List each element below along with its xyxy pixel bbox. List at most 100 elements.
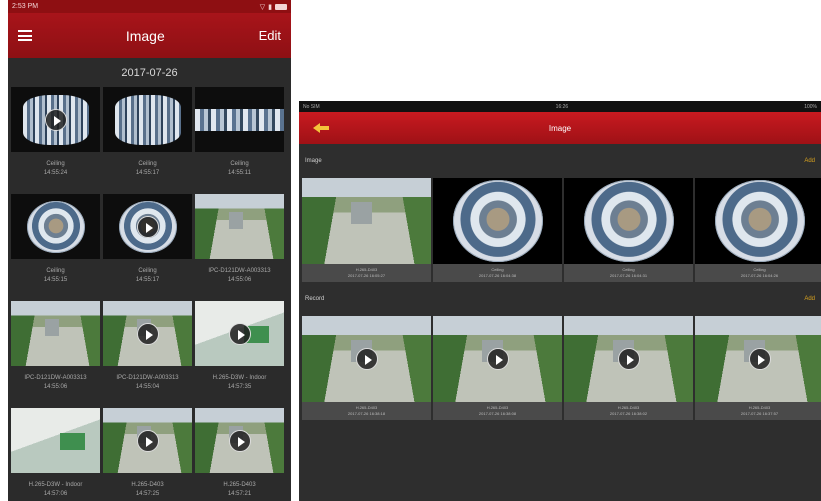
capture-time: 2017-07-26 16:04:38 — [478, 273, 517, 278]
status-carrier: No SIM — [303, 103, 320, 110]
status-icons: ▽ ▮ — [260, 3, 287, 11]
record-item[interactable]: H.265-D403 2017-07-26 16:38:08 — [433, 316, 562, 420]
fisheye-image — [452, 180, 543, 262]
thumbnail-caption: H.265-D403 2017-07-26 16:05:27 — [302, 264, 431, 282]
thumbnail-caption: Ceiling 14:55:11 — [195, 152, 284, 186]
record-section-label: Record — [305, 296, 325, 302]
play-icon[interactable] — [44, 108, 67, 131]
thumbnail[interactable] — [195, 87, 284, 152]
street-image — [195, 194, 284, 259]
thumbnail-caption: H.265-D403 14:57:25 — [103, 473, 192, 501]
record-item[interactable]: H.265-D403 2017-07-26 16:37:57 — [695, 316, 821, 420]
capture-time: 14:55:24 — [43, 170, 68, 176]
thumbnail[interactable] — [11, 87, 100, 152]
thumbnail[interactable] — [695, 178, 821, 264]
back-arrow-icon[interactable] — [313, 123, 329, 133]
thumbnail-caption: Ceiling 14:55:24 — [11, 152, 100, 186]
thumbnail-item[interactable]: Ceiling 14:55:17 — [103, 194, 192, 293]
thumbnail-caption: H.265-D403 2017-07-26 16:37:57 — [695, 402, 821, 420]
play-icon[interactable] — [355, 348, 378, 370]
play-icon[interactable] — [136, 322, 159, 345]
capture-time: 14:55:15 — [43, 277, 68, 283]
capture-time: 14:55:04 — [135, 384, 160, 390]
thumbnail-item[interactable]: IPC-D121DW-A003313 14:55:04 — [103, 301, 192, 400]
image-item[interactable]: Ceiling 2017-07-26 16:04:26 — [695, 178, 821, 282]
thumbnail[interactable] — [695, 316, 821, 402]
thumbnail[interactable] — [195, 301, 284, 366]
camera-name: Ceiling — [46, 268, 65, 274]
capture-time: 14:57:21 — [227, 491, 252, 497]
thumbnail-item[interactable]: Ceiling 14:55:24 — [11, 87, 100, 186]
page-title: Image — [125, 27, 165, 44]
play-icon[interactable] — [228, 322, 251, 345]
thumbnail-item[interactable]: H.265-D3W - Indoor 14:57:35 — [195, 301, 284, 400]
record-item[interactable]: H.265-D403 2017-07-26 16:38:18 — [302, 316, 431, 420]
thumbnail-caption: H.265-D403 2017-07-26 16:38:08 — [433, 402, 562, 420]
image-item[interactable]: Ceiling 2017-07-26 16:04:38 — [433, 178, 562, 282]
thumbnail-item[interactable]: H.265-D3W - Indoor 14:57:06 — [11, 408, 100, 501]
thumbnail[interactable] — [433, 316, 562, 402]
capture-time: 14:55:06 — [43, 384, 68, 390]
capture-time: 2017-07-26 16:37:57 — [740, 411, 779, 416]
thumbnail-item[interactable]: Ceiling 14:55:11 — [195, 87, 284, 186]
record-add-button[interactable]: Add — [804, 296, 815, 302]
thumbnail-item[interactable]: H.265-D403 14:57:25 — [103, 408, 192, 501]
capture-time: 14:57:35 — [227, 384, 252, 390]
play-icon[interactable] — [748, 348, 771, 370]
thumbnail[interactable] — [103, 408, 192, 473]
phone-status-bar: 2:53 PM ▽ ▮ — [8, 0, 291, 13]
play-icon[interactable] — [617, 348, 640, 370]
capture-time: 2017-07-26 16:38:08 — [478, 411, 517, 416]
play-icon[interactable] — [136, 215, 159, 238]
capture-time: 2017-07-26 16:04:31 — [609, 273, 648, 278]
fisheye-image — [26, 200, 85, 253]
image-add-button[interactable]: Add — [804, 158, 815, 164]
thumbnail[interactable] — [103, 194, 192, 259]
thumbnail[interactable] — [11, 194, 100, 259]
play-icon[interactable] — [486, 348, 509, 370]
image-section-header: Image Add — [299, 144, 821, 178]
record-item[interactable]: H.265-D403 2017-07-26 16:38:02 — [564, 316, 693, 420]
thumbnail[interactable] — [564, 178, 693, 264]
thumbnail[interactable] — [195, 408, 284, 473]
thumbnail[interactable] — [195, 194, 284, 259]
thumbnail[interactable] — [564, 316, 693, 402]
thumbnail-item[interactable]: Ceiling 14:55:17 — [103, 87, 192, 186]
capture-time: 2017-07-26 16:05:27 — [347, 273, 386, 278]
hamburger-menu-icon[interactable] — [18, 30, 32, 41]
thumbnail-caption: H.265-D403 2017-07-26 16:38:18 — [302, 402, 431, 420]
capture-time: 14:55:11 — [228, 170, 251, 176]
status-time: 16:26 — [555, 103, 569, 110]
thumbnail[interactable] — [433, 178, 562, 264]
thumbnail[interactable] — [103, 301, 192, 366]
thumbnail[interactable] — [11, 301, 100, 366]
image-section-label: Image — [305, 158, 322, 164]
panorama-image — [195, 109, 284, 131]
thumbnail-item[interactable]: IPC-D121DW-A003313 14:55:06 — [195, 194, 284, 293]
thumbnail[interactable] — [11, 408, 100, 473]
play-icon[interactable] — [136, 429, 159, 452]
thumbnail-caption: IPC-D121DW-A003313 14:55:06 — [195, 259, 284, 293]
edit-button[interactable]: Edit — [259, 28, 281, 43]
thumbnail-caption: Ceiling 2017-07-26 16:04:26 — [695, 264, 821, 282]
thumbnail[interactable] — [302, 178, 431, 264]
street-image — [11, 301, 100, 366]
date-header: 2017-07-26 — [121, 66, 178, 79]
thumbnail-item[interactable]: IPC-D121DW-A003313 14:55:06 — [11, 301, 100, 400]
camera-name: H.265-D403 — [223, 482, 256, 488]
thumbnail[interactable] — [103, 87, 192, 152]
thumbnail-grid: Ceiling 14:55:24 Ceiling 14:55:17 Ceiling 14:… — [8, 87, 291, 501]
thumbnail-item[interactable]: Ceiling 14:55:15 — [11, 194, 100, 293]
image-item[interactable]: H.265-D403 2017-07-26 16:05:27 — [302, 178, 431, 282]
image-item[interactable]: Ceiling 2017-07-26 16:04:31 — [564, 178, 693, 282]
battery-icon — [275, 3, 287, 10]
camera-name: Ceiling — [138, 161, 157, 167]
camera-name: IPC-D121DW-A003313 — [116, 375, 179, 381]
capture-time: 2017-07-26 16:04:26 — [740, 273, 779, 278]
thumbnail-caption: Ceiling 14:55:17 — [103, 259, 192, 293]
indoor-image — [11, 408, 100, 473]
play-icon[interactable] — [228, 429, 251, 452]
fisheye-image — [714, 180, 805, 262]
thumbnail[interactable] — [302, 316, 431, 402]
thumbnail-item[interactable]: H.265-D403 14:57:21 — [195, 408, 284, 501]
